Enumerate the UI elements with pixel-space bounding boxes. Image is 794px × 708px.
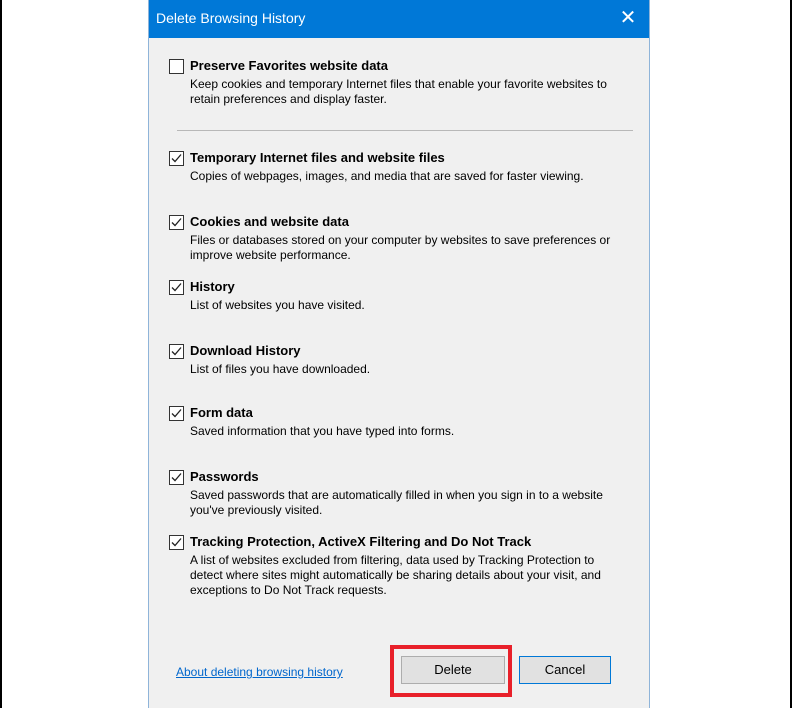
checkmark-icon [171,473,182,482]
option-label[interactable]: Download History [190,343,301,358]
option-description: Saved passwords that are automatically f… [190,488,603,517]
option-label[interactable]: Cookies and website data [190,214,349,229]
checkbox-temporary-internet-files[interactable] [169,151,184,166]
checkmark-icon [171,347,182,356]
checkbox-tracking-protection[interactable] [169,535,184,550]
option-label[interactable]: Preserve Favorites website data [190,58,388,73]
dialog-title: Delete Browsing History [156,10,306,26]
option-description: Files or databases stored on your comput… [190,233,611,262]
checkmark-icon [171,154,182,163]
option-description: Saved information that you have typed in… [190,424,455,438]
left-border [0,0,2,708]
separator [177,130,633,131]
checkmark-icon [171,409,182,418]
checkbox-download-history[interactable] [169,344,184,359]
checkbox-form-data[interactable] [169,406,184,421]
checkmark-icon [171,218,182,227]
delete-button-highlight [390,645,512,697]
option-description: List of websites you have visited. [190,298,365,312]
option-label[interactable]: Form data [190,405,253,420]
option-description: Copies of webpages, images, and media th… [190,169,584,183]
delete-browsing-history-dialog: Delete Browsing History ✕ Preserve Favor… [148,0,650,708]
option-description: A list of websites excluded from filteri… [190,553,601,597]
checkbox-preserve-favorites[interactable] [169,59,184,74]
cancel-button[interactable]: Cancel [519,656,611,684]
checkbox-passwords[interactable] [169,470,184,485]
close-icon[interactable]: ✕ [617,6,639,28]
option-description: Keep cookies and temporary Internet file… [190,77,607,106]
option-label[interactable]: Temporary Internet files and website fil… [190,150,445,165]
about-deleting-history-link[interactable]: About deleting browsing history [176,665,343,679]
option-label[interactable]: History [190,279,235,294]
checkmark-icon [171,538,182,547]
option-description: List of files you have downloaded. [190,362,371,376]
title-bar: Delete Browsing History ✕ [149,0,649,38]
option-label[interactable]: Tracking Protection, ActiveX Filtering a… [190,534,531,549]
checkbox-cookies[interactable] [169,215,184,230]
option-label[interactable]: Passwords [190,469,259,484]
checkbox-history[interactable] [169,280,184,295]
right-border [790,0,792,708]
checkmark-icon [171,283,182,292]
